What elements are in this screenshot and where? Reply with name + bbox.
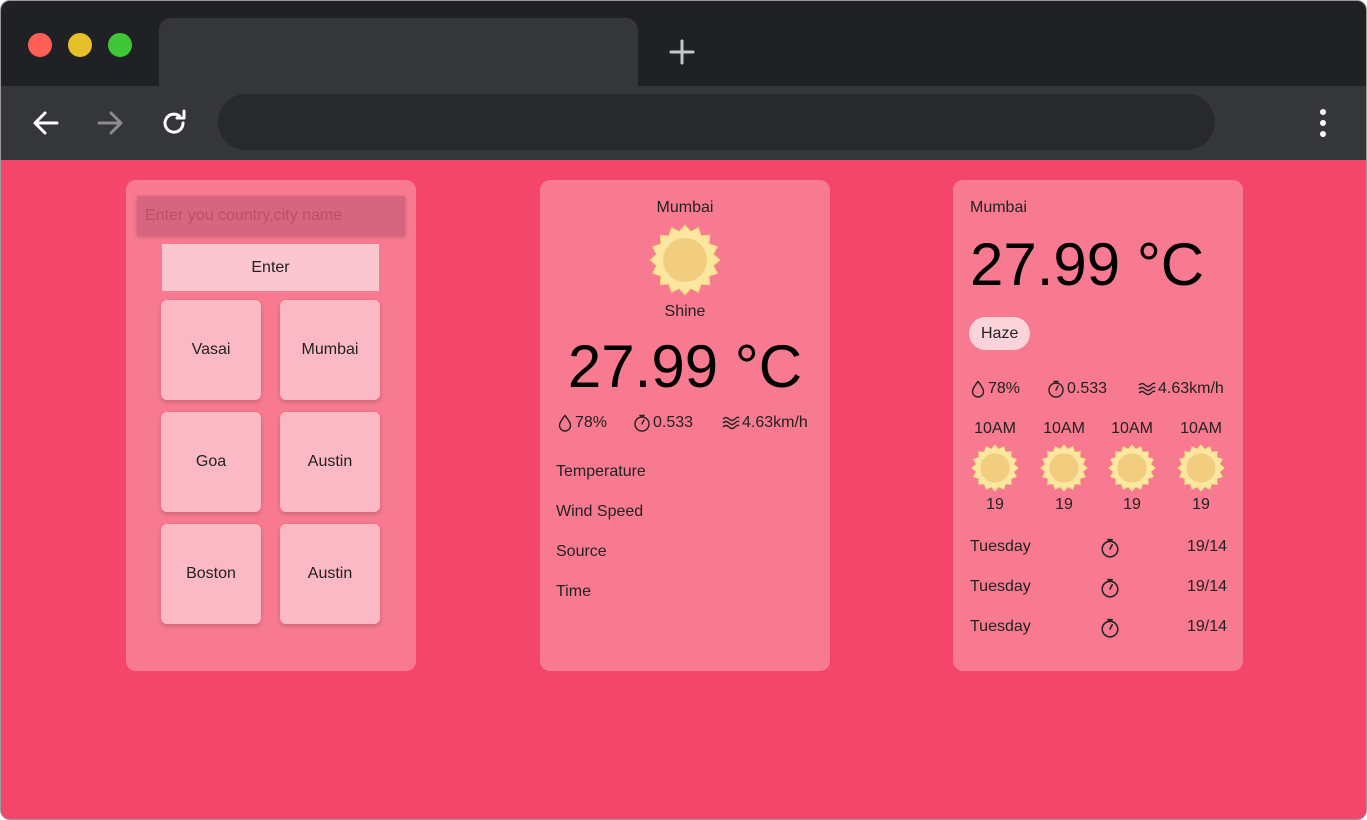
weather-condition: Shine (664, 303, 706, 320)
day-value: 19/14 (1186, 618, 1227, 635)
temperature-label: Temperature (556, 463, 646, 480)
droplet-icon (558, 414, 572, 432)
minimize-window-button[interactable] (68, 33, 92, 57)
day-value: 19/14 (1186, 578, 1227, 595)
hour-value: 19 (1123, 496, 1141, 513)
city-tile-boston[interactable]: Boston (161, 524, 261, 624)
search-card: Enter Vasai Mumbai Goa Austin Boston Aus… (126, 180, 416, 671)
pressure-value: 0.533 (1067, 380, 1108, 397)
temperature-value: 27.99 °C (567, 333, 803, 400)
droplet-icon (971, 380, 985, 398)
hourly-item: 10AM 19 (1171, 420, 1231, 514)
city-tile-austin-2[interactable]: Austin (280, 524, 380, 624)
city-tile-austin[interactable]: Austin (280, 412, 380, 512)
wind-value: 4.63km/h (1158, 380, 1224, 397)
city-tile-goa[interactable]: Goa (161, 412, 261, 512)
weather-stats: 78% 0.533 4.63km/h (970, 380, 1224, 398)
search-input[interactable] (137, 196, 405, 236)
condition-badge: Haze (969, 317, 1031, 350)
hour-time: 10AM (1111, 420, 1153, 437)
forward-button[interactable] (92, 105, 128, 141)
weather-stats: 78% 0.533 4.63km/h (557, 414, 808, 432)
humidity-stat: 78% (970, 380, 1047, 398)
humidity-value: 78% (988, 380, 1021, 397)
maximize-window-button[interactable] (108, 33, 132, 57)
plus-icon (669, 39, 695, 65)
tab-strip (1, 1, 1366, 86)
humidity-value: 78% (575, 414, 608, 431)
sun-icon (971, 444, 1019, 492)
temperature-value: 27.99 °C (970, 231, 1205, 298)
hour-value: 19 (1055, 496, 1073, 513)
wind-speed-label: Wind Speed (556, 503, 644, 520)
reload-icon (163, 109, 186, 134)
wind-stat: 4.63km/h (722, 414, 808, 432)
hour-value: 19 (986, 496, 1004, 513)
pressure-stat: 0.533 (633, 414, 722, 432)
hour-time: 10AM (1043, 420, 1085, 437)
wind-waves-icon (1138, 382, 1156, 396)
stopwatch-icon (1101, 578, 1119, 598)
sun-icon (1040, 444, 1088, 492)
day-name: Tuesday (970, 578, 1031, 595)
close-window-button[interactable] (28, 33, 52, 57)
new-tab-button[interactable] (666, 34, 698, 70)
weather-app-page: Enter Vasai Mumbai Goa Austin Boston Aus… (1, 160, 1366, 819)
wind-stat: 4.63km/h (1138, 380, 1224, 398)
current-weather-card: Mumbai Shine 27.99 °C 78% 0.533 4.63km/h… (540, 180, 830, 671)
sun-icon (1177, 444, 1225, 492)
wind-waves-icon (722, 416, 740, 430)
source-label: Source (556, 543, 607, 560)
forecast-card: Mumbai 27.99 °C Haze 78% 0.533 4.63km/h … (953, 180, 1243, 671)
stopwatch-icon (1048, 380, 1064, 398)
active-tab[interactable] (159, 18, 638, 86)
day-value: 19/14 (1186, 538, 1227, 555)
sun-icon (1108, 444, 1156, 492)
browser-toolbar (1, 86, 1366, 160)
humidity-stat: 78% (557, 414, 633, 432)
day-name: Tuesday (970, 618, 1031, 635)
arrow-left-icon (33, 111, 59, 135)
address-bar[interactable] (218, 94, 1215, 150)
stopwatch-icon (1101, 538, 1119, 558)
reload-button[interactable] (156, 105, 192, 141)
arrow-right-icon (97, 111, 123, 135)
browser-menu-button[interactable] (1307, 104, 1339, 142)
wind-value: 4.63km/h (742, 414, 808, 431)
hourly-item: 10AM 19 (1102, 420, 1162, 514)
enter-button[interactable]: Enter (162, 244, 379, 291)
city-name: Mumbai (656, 199, 714, 216)
stopwatch-icon (634, 414, 650, 432)
hour-time: 10AM (974, 420, 1016, 437)
hourly-item: 10AM 19 (965, 420, 1025, 514)
city-tile-mumbai[interactable]: Mumbai (280, 300, 380, 400)
sun-icon (649, 224, 721, 296)
hour-value: 19 (1192, 496, 1210, 513)
browser-window: Enter Vasai Mumbai Goa Austin Boston Aus… (0, 0, 1367, 820)
pressure-value: 0.533 (653, 414, 694, 431)
kebab-menu-icon (1320, 109, 1326, 137)
hour-time: 10AM (1180, 420, 1222, 437)
time-label: Time (556, 583, 591, 600)
city-tile-vasai[interactable]: Vasai (161, 300, 261, 400)
pressure-stat: 0.533 (1047, 380, 1138, 398)
day-name: Tuesday (970, 538, 1031, 555)
back-button[interactable] (28, 105, 64, 141)
stopwatch-icon (1101, 618, 1119, 638)
city-name: Mumbai (970, 199, 1027, 216)
hourly-item: 10AM 19 (1034, 420, 1094, 514)
